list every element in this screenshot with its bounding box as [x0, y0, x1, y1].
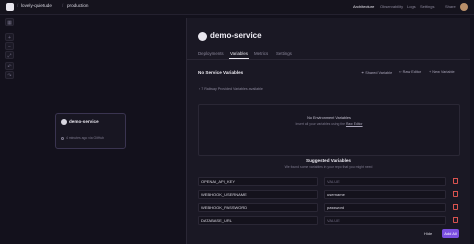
empty-state: No Environment Variables Insert all your… [198, 104, 460, 156]
shared-variable-button[interactable]: ⚭ Shared Variable [361, 70, 392, 75]
tabs-divider [187, 59, 470, 60]
service-panel: demo-service Deployments Variables Metri… [186, 18, 470, 244]
slash-separator: / [17, 3, 19, 8]
zoom-out-icon[interactable]: − [5, 42, 14, 50]
undo-icon[interactable]: ↶ [5, 62, 14, 70]
suggested-key-field[interactable]: WEBHOOK_USERNAME [198, 190, 318, 199]
environment-name[interactable]: production [67, 3, 88, 8]
add-all-button[interactable]: Add All [442, 229, 459, 238]
raw-editor-button[interactable]: ‹› Raw Editor [399, 70, 421, 74]
trash-icon[interactable] [453, 191, 458, 197]
railway-provided-toggle[interactable]: › 7 Railway Provided Variables available [199, 87, 263, 91]
nav-observability[interactable]: Observability [380, 4, 403, 9]
top-bar: / lovely-quietude / production Architect… [0, 0, 474, 15]
avatar[interactable] [460, 3, 468, 11]
suggested-key-field[interactable]: DATABASE_URL [198, 216, 318, 225]
tab-variables[interactable]: Variables [230, 51, 248, 56]
tab-deployments[interactable]: Deployments [198, 51, 224, 56]
service-card-title: demo-service [69, 119, 99, 124]
trash-icon[interactable] [453, 217, 458, 223]
suggested-title: Suggested Variables [306, 158, 351, 163]
railway-logo-icon[interactable] [6, 3, 14, 11]
hide-button[interactable]: Hide [424, 231, 432, 236]
fit-view-icon[interactable]: ⤢ [5, 51, 14, 59]
empty-state-subtitle: Insert all your variables using the Raw … [199, 122, 459, 126]
deploy-status: 4 minutes ago via GitHub [61, 136, 104, 140]
trash-icon[interactable] [453, 178, 458, 184]
empty-state-title: No Environment Variables [307, 116, 351, 120]
tab-metrics[interactable]: Metrics [254, 51, 268, 56]
project-name[interactable]: lovely-quietude [21, 3, 52, 8]
grid-icon[interactable]: ▦ [5, 18, 14, 26]
railway-provided-label: 7 Railway Provided Variables available [201, 87, 263, 91]
suggested-value-field[interactable]: VALUE [324, 177, 446, 186]
suggested-value-field[interactable]: username [324, 190, 446, 199]
suggested-value-field[interactable]: password [324, 203, 446, 212]
trash-icon[interactable] [453, 204, 458, 210]
deploy-status-text: 4 minutes ago via GitHub [66, 136, 105, 140]
slash-separator: / [62, 3, 64, 8]
suggested-key-field[interactable]: OPENAI_API_KEY [198, 177, 318, 186]
nav-architecture[interactable]: Architecture [353, 4, 374, 9]
raw-editor-label: Raw Editor [402, 70, 422, 74]
nav-settings[interactable]: Settings [420, 4, 434, 9]
github-icon [198, 32, 207, 41]
tab-settings[interactable]: Settings [276, 51, 292, 56]
suggested-key-field[interactable]: WEBHOOK_PASSWORD [198, 203, 318, 212]
empty-state-prefix: Insert all your variables using the [295, 122, 346, 126]
canvas-toolbar: ▦ + − ⤢ ↶ ↷ [5, 18, 14, 79]
zoom-in-icon[interactable]: + [5, 33, 14, 41]
status-dot-icon [61, 136, 64, 140]
shared-variable-label: Shared Variable [365, 71, 393, 75]
nav-share[interactable]: Share [445, 4, 456, 9]
service-card[interactable]: demo-service 4 minutes ago via GitHub [55, 113, 126, 149]
service-title: demo-service [210, 31, 262, 40]
redo-icon[interactable]: ↷ [5, 71, 14, 79]
nav-logs[interactable]: Logs [407, 4, 416, 9]
suggested-value-field[interactable]: VALUE [324, 216, 446, 225]
new-variable-button[interactable]: + New Variable [429, 70, 455, 74]
github-icon [61, 119, 67, 125]
section-title: No Service Variables [198, 70, 244, 75]
suggested-subtitle: We found some variables in your repo tha… [284, 165, 373, 169]
raw-editor-link[interactable]: Raw Editor [346, 122, 363, 126]
